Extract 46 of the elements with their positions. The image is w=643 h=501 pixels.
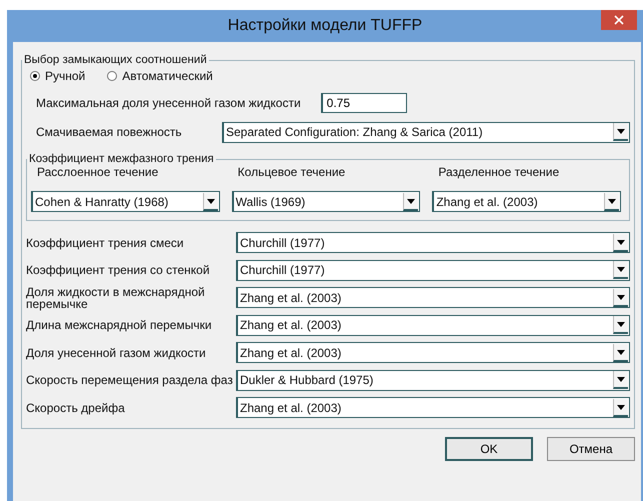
dropdown[interactable]: Zhang et al. (2003) (236, 397, 630, 418)
field-label: Смачиваемая повежность (36, 125, 183, 139)
input-field[interactable]: 0.75 (320, 93, 407, 113)
caret-icon (613, 398, 628, 417)
column-label: Кольцевое течение (236, 165, 346, 179)
group-label: Выбор замыкающих соотношений (23, 54, 208, 66)
dropdown[interactable]: Zhang et al. (2003) (236, 314, 630, 336)
radio-option[interactable]: Ручной (30, 69, 86, 83)
caret-icon (613, 261, 628, 280)
dropdown[interactable]: Churchill (1977) (236, 260, 630, 281)
dialog-button[interactable]: OK (445, 436, 533, 460)
window-title: Настройки модели TUFFP (228, 17, 422, 35)
caret-icon (613, 234, 628, 252)
dropdown[interactable]: Cohen & Hanratty (1968) (31, 191, 220, 212)
column-label: Разделенное течение (437, 165, 560, 179)
radio-button[interactable] (107, 71, 118, 81)
caret-icon (613, 123, 628, 141)
caret-icon (613, 371, 628, 390)
caret-icon (604, 192, 620, 210)
dropdown[interactable]: Separated Configuration: Zhang & Sarica (2011) (222, 122, 630, 142)
caret-icon (613, 288, 628, 307)
radio-label: Ручной (45, 69, 86, 83)
dialog-button[interactable]: Отмена (547, 436, 635, 460)
radio-button[interactable] (30, 71, 40, 81)
caret-icon (613, 344, 628, 362)
group-label: Коэффициент межфазного трения (28, 153, 215, 165)
field-label: Коэффициент трения со стенкой (26, 264, 211, 276)
caret-icon (403, 192, 418, 210)
field-label: Длина межснарядной перемычки (26, 319, 213, 332)
field-label: Коэффициент трения смеси (26, 236, 185, 249)
dropdown[interactable]: Dukler & Hubbard (1975) (236, 370, 630, 391)
field-label: Доля унесенной газом жидкости (26, 346, 207, 359)
field-label: Доля жидкости в межснарядной перемычке (26, 286, 206, 310)
field-label: Скорость дрейфа (26, 402, 126, 414)
dropdown[interactable]: Zhang et al. (2003) (236, 342, 630, 364)
caret-icon (202, 192, 218, 210)
dropdown[interactable]: Churchill (1977) (236, 232, 630, 254)
dropdown[interactable]: Zhang et al. (2003) (236, 287, 630, 308)
field-label: Максимальная доля унесенной газом жидкости (36, 96, 301, 110)
caret-icon (613, 316, 628, 334)
field-label: Скорость перемещения раздела фаз (26, 374, 234, 386)
column-label: Расслоенное течение (36, 165, 160, 179)
dropdown[interactable]: Wallis (1969) (232, 191, 420, 212)
dropdown[interactable]: Zhang et al. (2003) (432, 191, 622, 212)
close-button[interactable] (601, 10, 637, 30)
close-icon (614, 15, 624, 25)
